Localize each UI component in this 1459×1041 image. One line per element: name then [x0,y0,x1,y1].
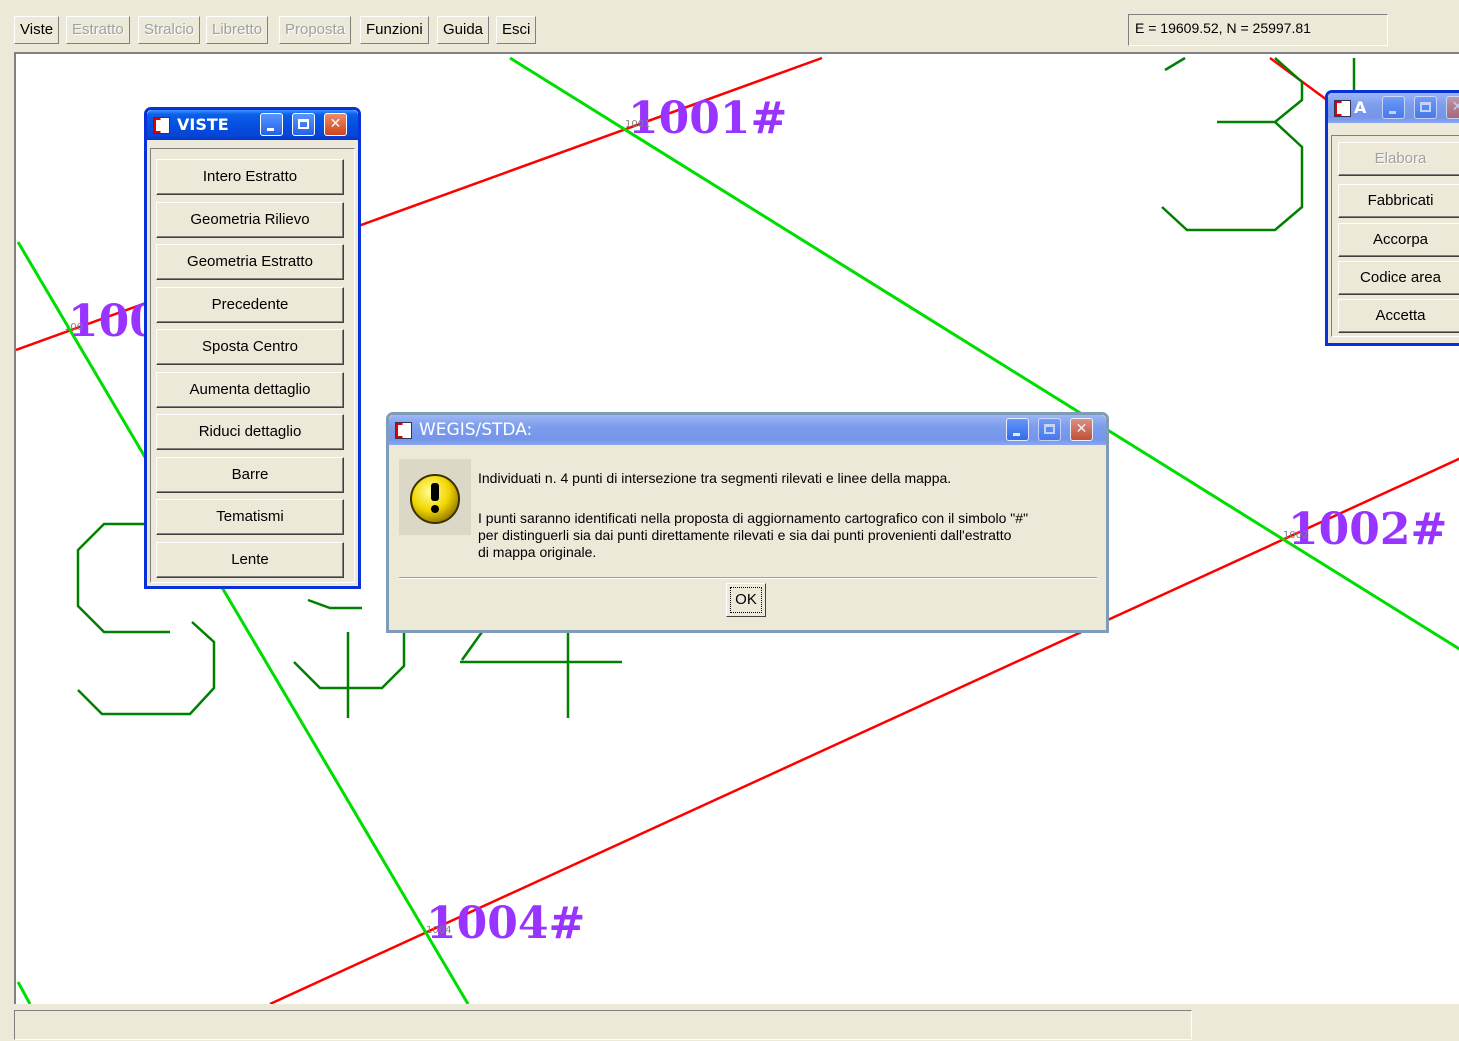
menu-stralcio[interactable]: Stralcio [138,16,201,44]
point-label-1001: 1001# [628,93,787,144]
tematismi-button[interactable]: Tematismi [156,499,344,535]
point-label-1004: 1004# [426,898,585,949]
barre-button[interactable]: Barre [156,457,344,493]
menu-funzioni[interactable]: Funzioni [360,16,429,44]
menu-guida[interactable]: Guida [437,16,490,44]
codice-area-button[interactable]: Codice area [1338,261,1459,295]
geometria-estratto-button[interactable]: Geometria Estratto [156,244,344,280]
close-icon: ✕ [1451,99,1459,115]
warning-icon [410,474,460,524]
minimize-icon [267,128,274,131]
app-icon [1334,100,1351,117]
lente-button[interactable]: Lente [156,542,344,578]
geometria-rilievo-button[interactable]: Geometria Rilievo [156,202,344,238]
precedente-button[interactable]: Precedente [156,287,344,323]
minimize-button[interactable] [1382,96,1405,119]
intero-estratto-button[interactable]: Intero Estratto [156,159,344,195]
dialog-separator [399,577,1097,579]
minimize-icon [1013,433,1020,436]
menu-esci[interactable]: Esci [496,16,537,44]
minimize-icon [1389,111,1396,114]
accetta-button[interactable]: Accetta [1338,299,1459,333]
close-button[interactable]: ✕ [1446,96,1459,119]
ok-button[interactable]: OK [726,583,766,617]
point-label-1002: 1002# [1288,504,1447,555]
coordinates-readout: E = 19609.52, N = 25997.81 [1128,14,1388,46]
minimize-button[interactable] [1006,418,1029,441]
viste-window: VISTE ✕ Intero Estratto Geometria Riliev… [144,107,361,589]
maximize-icon [298,119,309,129]
sposta-centro-button[interactable]: Sposta Centro [156,329,344,365]
status-panel [14,1010,1192,1040]
app-icon [395,422,412,439]
maximize-icon [1420,102,1431,112]
dialog-message-body: I punti saranno identificati nella propo… [478,510,1028,561]
riduci-dettaglio-button[interactable]: Riduci dettaglio [156,414,344,450]
fabbricati-button[interactable]: Fabbricati [1338,184,1459,218]
menu-proposta[interactable]: Proposta [279,16,352,44]
close-icon: ✕ [329,116,342,132]
a-title: A [1354,98,1367,117]
point-small-label-100: 100 [64,322,83,333]
dialog-message-line1: Individuati n. 4 punti di intersezione t… [478,470,952,486]
viste-title: VISTE [177,115,229,134]
dialog-titlebar[interactable]: WEGIS/STDA: ✕ [389,415,1106,445]
green-line-corner [16,981,32,1004]
maximize-button[interactable] [1038,418,1061,441]
message-dialog: WEGIS/STDA: ✕ Individuati n. 4 punti di … [386,412,1109,633]
menu-estratto[interactable]: Estratto [66,16,130,44]
dialog-message-line4: di mappa originale. [478,544,597,560]
maximize-button[interactable] [1414,96,1437,119]
dialog-title: WEGIS/STDA: [419,420,533,440]
dialog-message-line2: I punti saranno identificati nella propo… [478,510,1029,526]
maximize-button[interactable] [292,113,315,136]
close-icon: ✕ [1075,421,1088,437]
aumenta-dettaglio-button[interactable]: Aumenta dettaglio [156,372,344,408]
a-titlebar[interactable]: A ✕ [1328,93,1459,123]
close-button[interactable]: ✕ [1070,418,1093,441]
point-small-label-1002: 1002 [1283,530,1308,541]
point-small-label-1004: 1004 [426,925,451,936]
viste-titlebar[interactable]: VISTE ✕ [147,110,358,140]
point-small-label-1001: 1001 [625,119,650,130]
dialog-message-line3: per distinguerli sia dai punti direttame… [478,527,1012,543]
minimize-button[interactable] [260,113,283,136]
maximize-icon [1044,424,1055,434]
menu-bar: Viste Estratto Stralcio Libretto Propost… [0,0,1459,52]
app-icon [153,117,170,134]
accorpa-button[interactable]: Accorpa [1338,223,1459,257]
menu-viste[interactable]: Viste [14,16,60,44]
a-window: A ✕ Elabora Fabbricati Accorpa Codice ar… [1325,90,1459,346]
elabora-button[interactable]: Elabora [1338,142,1459,176]
warning-icon-box [399,459,471,535]
close-button[interactable]: ✕ [324,113,347,136]
menu-libretto[interactable]: Libretto [206,16,269,44]
status-bar [0,1004,1459,1041]
